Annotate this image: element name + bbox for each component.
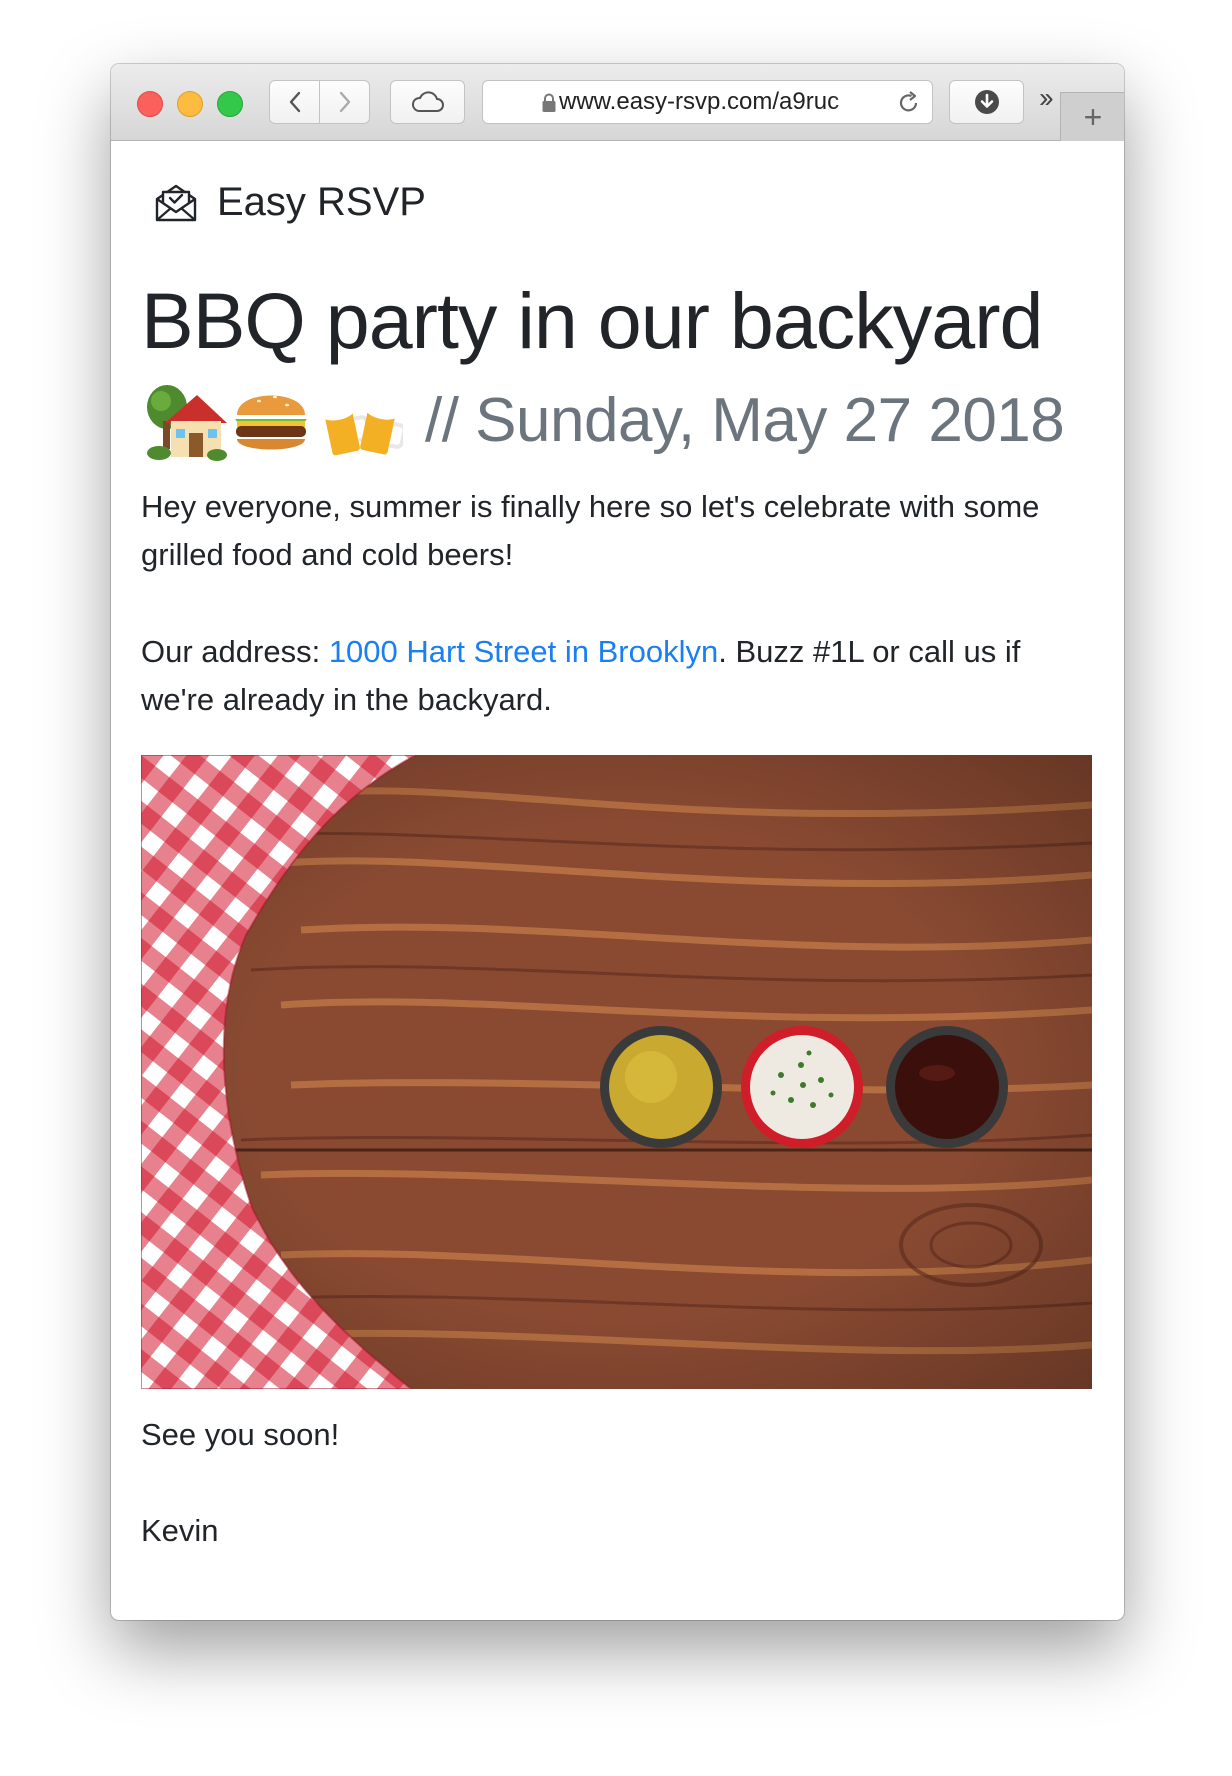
bbq-table-photo	[141, 755, 1092, 1389]
page-title: BBQ party in our backyard	[141, 276, 1043, 365]
event-date: // Sunday, May 27 2018	[425, 386, 1065, 455]
lock-icon	[542, 93, 556, 112]
address-prefix: Our address:	[141, 634, 329, 669]
brand[interactable]: Easy RSVP	[153, 180, 426, 225]
emoji-row	[145, 381, 403, 461]
beer-mugs-icon	[323, 402, 403, 456]
icloud-tabs-button[interactable]	[390, 80, 465, 124]
address-bar[interactable]: www.easy-rsvp.com/a9ruc	[482, 80, 933, 124]
hamburger-icon	[235, 395, 307, 450]
forward-button[interactable]	[319, 80, 370, 124]
closing-text: See you soon!	[141, 1417, 340, 1452]
intro-text: Hey everyone, summer is finally here so …	[141, 489, 1040, 572]
url-text: www.easy-rsvp.com/a9ruc	[559, 88, 840, 115]
chevron-left-icon	[289, 91, 300, 113]
address-paragraph: Our address: 1000 Hart Street in Brookly…	[141, 628, 1091, 724]
open-envelope-check-icon	[155, 184, 197, 221]
minimize-window-button[interactable]	[177, 91, 203, 117]
download-icon	[974, 90, 999, 114]
close-window-button[interactable]	[137, 91, 163, 117]
brand-name: Easy RSVP	[217, 180, 426, 224]
chevron-right-icon	[339, 91, 350, 113]
cloud-icon	[411, 91, 444, 112]
back-button[interactable]	[269, 80, 320, 124]
page-content: Easy RSVP BBQ party in our backyard // S…	[111, 141, 1124, 1620]
browser-toolbar: www.easy-rsvp.com/a9ruc ›› +	[111, 64, 1124, 141]
downloads-button[interactable]	[949, 80, 1024, 124]
address-link[interactable]: 1000 Hart Street in Brooklyn	[329, 634, 718, 669]
url-fade	[832, 81, 882, 123]
signature-text: Kevin	[141, 1513, 219, 1548]
zoom-window-button[interactable]	[217, 91, 243, 117]
reload-icon[interactable]	[896, 90, 922, 116]
more-toolbar-icon[interactable]: ››	[1039, 82, 1054, 114]
new-tab-button[interactable]: +	[1060, 92, 1124, 141]
browser-window: www.easy-rsvp.com/a9ruc ›› + Easy RSVP B…	[111, 64, 1124, 1620]
house-with-garden-icon	[147, 385, 227, 461]
